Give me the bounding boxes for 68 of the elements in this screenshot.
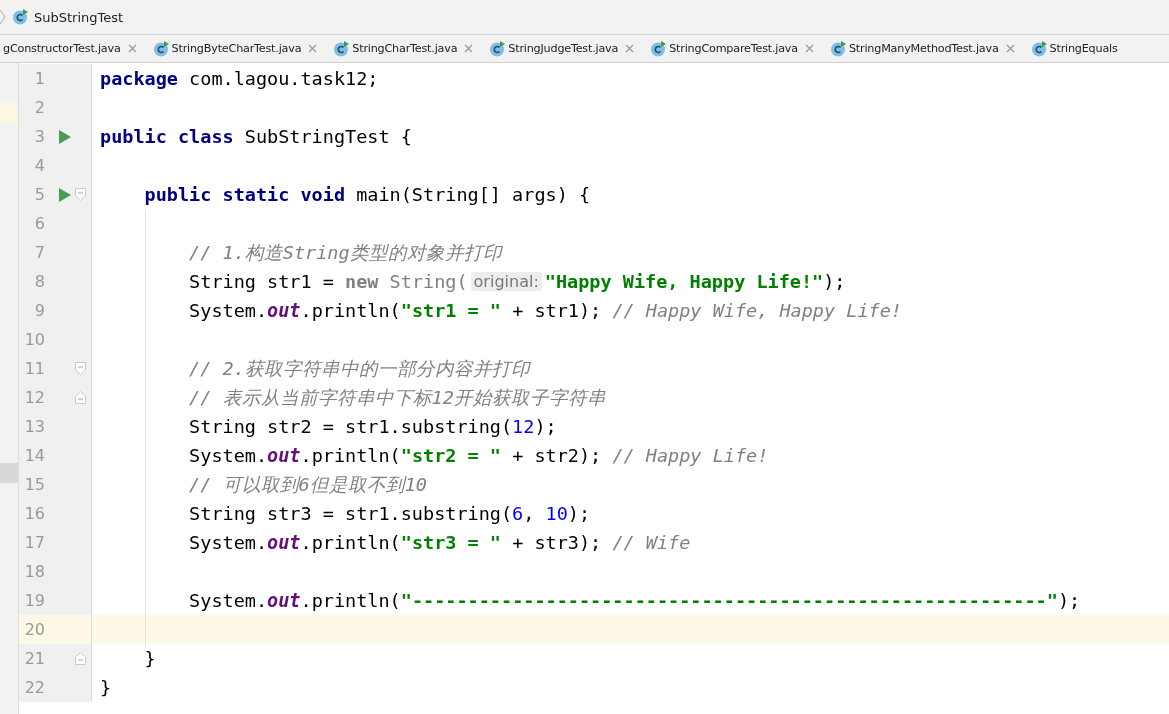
code-text: } [143,648,156,669]
line-number: 13 [23,417,45,436]
editor-tab[interactable]: StringManyMethodTest.java [821,35,1023,62]
code-text: public static void main(String[] args) { [143,184,591,205]
line-number: 19 [23,591,45,610]
fold-marker-icon[interactable] [75,362,86,375]
parameter-hint: original: [470,272,542,291]
editor-tab[interactable]: StringByteCharTest.java [144,35,326,62]
line-number: 17 [23,533,45,552]
class-icon [152,40,169,57]
line-number: 2 [33,98,45,117]
line-number: 3 [33,127,45,146]
code-text: "Happy Wife, Happy Life!"); [544,271,846,292]
code-text: // 2.获取字符串中的一部分内容并打印 [188,357,530,381]
run-icon[interactable] [59,187,71,202]
class-icon [333,40,350,57]
line-number: 22 [23,678,45,697]
fold-marker-icon[interactable] [75,652,86,665]
line-number: 20 [23,620,45,639]
editor-tab[interactable]: StringJudgeTest.java [481,35,643,62]
code-text: public class SubStringTest { [100,126,412,147]
class-icon [1030,40,1047,57]
line-number: 4 [33,156,45,175]
code-text: String str2 = str1.substring(12); [188,416,557,437]
line-number: 18 [23,562,45,581]
fold-marker-icon[interactable] [75,391,86,404]
close-icon[interactable] [127,44,137,53]
line-number: 10 [23,330,45,349]
code-text: // 可以取到6但是取不到10 [188,473,427,497]
code-text: System.out.println("str3 = " + str3); // Wife [188,532,691,553]
line-number: 15 [23,475,45,494]
line-number: 14 [23,446,45,465]
close-icon[interactable] [625,44,635,53]
run-icon[interactable] [59,129,71,144]
line-number: 16 [23,504,45,523]
code-text: // 表示从当前字符串中下标12开始获取子字符串 [188,386,606,410]
chevron-icon [0,9,6,25]
code-text: System.out.println("---------------------------------------------------------"); [188,590,1081,611]
line-number: 12 [23,388,45,407]
fold-marker-icon[interactable] [75,188,86,201]
line-number: 6 [33,214,45,233]
close-icon[interactable] [308,44,318,53]
code-text: System.out.println("str2 = " + str2); // Happy Life! [188,445,769,466]
editor-tab[interactable]: gConstructorTest.java [0,35,145,62]
line-number: 7 [33,243,45,262]
editor-tab[interactable]: StringCompareTest.java [642,35,822,62]
line-number: 9 [33,301,45,320]
editor-tab[interactable]: StringCharTest.java [325,35,482,62]
class-icon [829,40,846,57]
line-number: 5 [33,185,45,204]
class-icon [12,9,28,25]
close-icon[interactable] [1005,44,1015,53]
code-text: // 1.构造String类型的对象并打印 [188,241,502,265]
code-text: String str1 = new String( [188,271,468,292]
code-text: System.out.println("str1 = " + str1); // Happy Wife, Happy Life! [188,300,902,321]
code-text: package com.lagou.task12; [100,68,379,89]
close-icon[interactable] [804,44,814,53]
code-text: String str3 = str1.substring(6, 10); [188,503,591,524]
line-number: 8 [33,272,45,291]
close-icon[interactable] [464,44,474,53]
breadcrumb-item[interactable]: SubStringTest [34,9,124,25]
class-icon [650,40,667,57]
code-text: } [100,677,112,698]
line-number: 21 [23,649,45,668]
line-number: 1 [33,69,45,88]
editor-tab[interactable]: StringEquals [1022,35,1126,62]
class-icon [489,40,506,57]
line-number: 11 [23,359,45,378]
